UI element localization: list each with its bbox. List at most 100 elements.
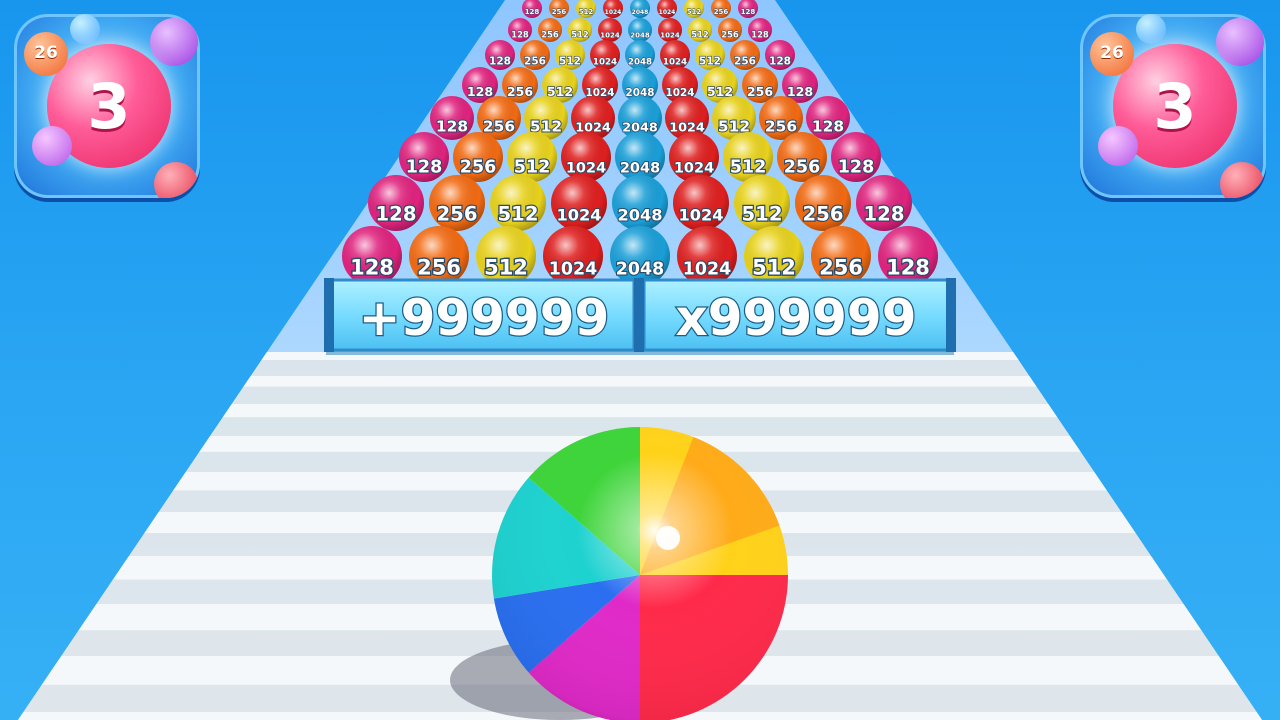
ball-value-label: 128 xyxy=(864,202,905,225)
ball-value-label: 128 xyxy=(838,158,875,178)
ball-value-label: 1024 xyxy=(556,205,601,224)
ball-value-label: 1024 xyxy=(683,260,731,280)
badge-number: 26 xyxy=(34,43,58,63)
ball-value-label: 1024 xyxy=(605,9,622,16)
number-ball-512: 512 xyxy=(695,40,725,70)
player-ball-highlight xyxy=(656,526,680,550)
badge-ball-icon: 26 xyxy=(1090,32,1134,76)
number-ball-256: 256 xyxy=(777,132,827,182)
ball-value-label: 128 xyxy=(812,118,844,136)
number-ball-512: 512 xyxy=(476,226,536,286)
number-ball-256: 256 xyxy=(730,40,760,70)
ball-value-label: 2048 xyxy=(620,161,660,177)
number-ball-128: 128 xyxy=(399,132,449,182)
ball-value-label: 128 xyxy=(787,84,813,99)
number-ball-128: 128 xyxy=(765,40,795,70)
number-ball-256: 256 xyxy=(742,67,778,103)
number-ball-1024: 1024 xyxy=(603,0,623,18)
ball-value-label: 512 xyxy=(730,158,767,178)
level-app-icon-left[interactable]: 3 26 xyxy=(14,14,200,198)
number-ball-128: 128 xyxy=(342,226,402,286)
ball-value-label: 128 xyxy=(751,29,769,39)
number-ball-256: 256 xyxy=(811,226,871,286)
ball-value-label: 2048 xyxy=(630,31,650,39)
number-ball-512: 512 xyxy=(576,0,596,18)
ball-value-label: 256 xyxy=(747,84,774,99)
ball-value-label: 1024 xyxy=(659,9,676,16)
track-stripe xyxy=(18,404,1262,418)
ball-value-label: 128 xyxy=(525,8,540,16)
ball-value-label: 1024 xyxy=(593,57,617,67)
number-ball-1024: 1024 xyxy=(551,175,607,231)
ball-value-label: 512 xyxy=(742,202,783,225)
decor-ball-icon xyxy=(1220,162,1264,198)
ball-value-label: 512 xyxy=(687,8,702,16)
number-ball-128: 128 xyxy=(430,96,474,140)
number-ball-1024: 1024 xyxy=(677,226,737,286)
number-ball-2048: 2048 xyxy=(615,132,665,182)
number-ball-1024: 1024 xyxy=(590,40,620,70)
ball-value-label: 256 xyxy=(417,256,461,280)
ball-value-label: 512 xyxy=(498,202,539,225)
number-ball-512: 512 xyxy=(568,18,592,42)
gate-post-right xyxy=(946,278,956,352)
number-ball-1024: 1024 xyxy=(657,0,677,18)
ball-value-label: 128 xyxy=(376,202,417,225)
ball-value-label: 128 xyxy=(489,55,511,67)
number-ball-2048: 2048 xyxy=(610,226,670,286)
number-ball-512: 512 xyxy=(490,175,546,231)
number-ball-128: 128 xyxy=(748,18,772,42)
decor-ball-icon xyxy=(1098,126,1138,166)
ball-value-label: 512 xyxy=(514,158,551,178)
gate-left-label: +999999 xyxy=(359,289,610,347)
ball-value-label: 128 xyxy=(436,118,468,136)
decor-ball-icon xyxy=(70,14,100,44)
ball-value-label: 512 xyxy=(571,29,589,39)
number-ball-512: 512 xyxy=(555,40,585,70)
level-app-icon-right[interactable]: 3 26 xyxy=(1080,14,1266,198)
ball-value-label: 256 xyxy=(721,29,739,39)
ball-value-label: 256 xyxy=(765,118,797,136)
number-ball-2048: 2048 xyxy=(612,175,668,231)
ball-value-label: 2048 xyxy=(617,205,662,224)
number-ball-128: 128 xyxy=(878,226,938,286)
ball-value-label: 256 xyxy=(460,158,497,178)
number-ball-2048: 2048 xyxy=(625,40,655,70)
number-ball-512: 512 xyxy=(684,0,704,18)
number-ball-128: 128 xyxy=(368,175,424,231)
number-ball-2048: 2048 xyxy=(630,0,650,18)
ball-value-label: 128 xyxy=(741,8,756,16)
number-ball-256: 256 xyxy=(549,0,569,18)
number-ball-128: 128 xyxy=(485,40,515,70)
ball-value-label: 1024 xyxy=(663,57,687,67)
decor-ball-icon xyxy=(150,18,198,66)
gate-bar: +999999 x999999 xyxy=(324,278,956,355)
number-ball-512: 512 xyxy=(723,132,773,182)
number-ball-1024: 1024 xyxy=(561,132,611,182)
number-ball-256: 256 xyxy=(453,132,503,182)
number-ball-1024: 1024 xyxy=(669,132,719,182)
number-ball-256: 256 xyxy=(711,0,731,18)
decor-ball-icon xyxy=(1216,18,1264,66)
number-ball-512: 512 xyxy=(688,18,712,42)
ball-value-label: 512 xyxy=(752,256,796,280)
gate-post-mid xyxy=(634,278,644,352)
ball-grid: 128 256 512 1024 2048 1024 512 256 128 128 256 512 1… xyxy=(342,0,938,286)
track-stripe xyxy=(18,376,1262,387)
ball-value-label: 128 xyxy=(350,256,394,280)
ball-value-label: 128 xyxy=(406,158,443,178)
decor-ball-icon xyxy=(154,162,198,198)
ball-value-label: 256 xyxy=(803,202,844,225)
number-ball-1024: 1024 xyxy=(660,40,690,70)
ball-value-label: 2048 xyxy=(632,9,649,16)
number-ball-512: 512 xyxy=(734,175,790,231)
ball-value-label: 128 xyxy=(769,55,791,67)
ball-value-label: 128 xyxy=(511,29,529,39)
number-ball-128: 128 xyxy=(508,18,532,42)
number-ball-256: 256 xyxy=(718,18,742,42)
number-ball-128: 128 xyxy=(522,0,542,18)
ball-value-label: 2048 xyxy=(628,57,652,67)
ball-value-label: 2048 xyxy=(616,260,664,280)
ball-value-label: 256 xyxy=(524,55,546,67)
ball-value-label: 512 xyxy=(484,256,528,280)
